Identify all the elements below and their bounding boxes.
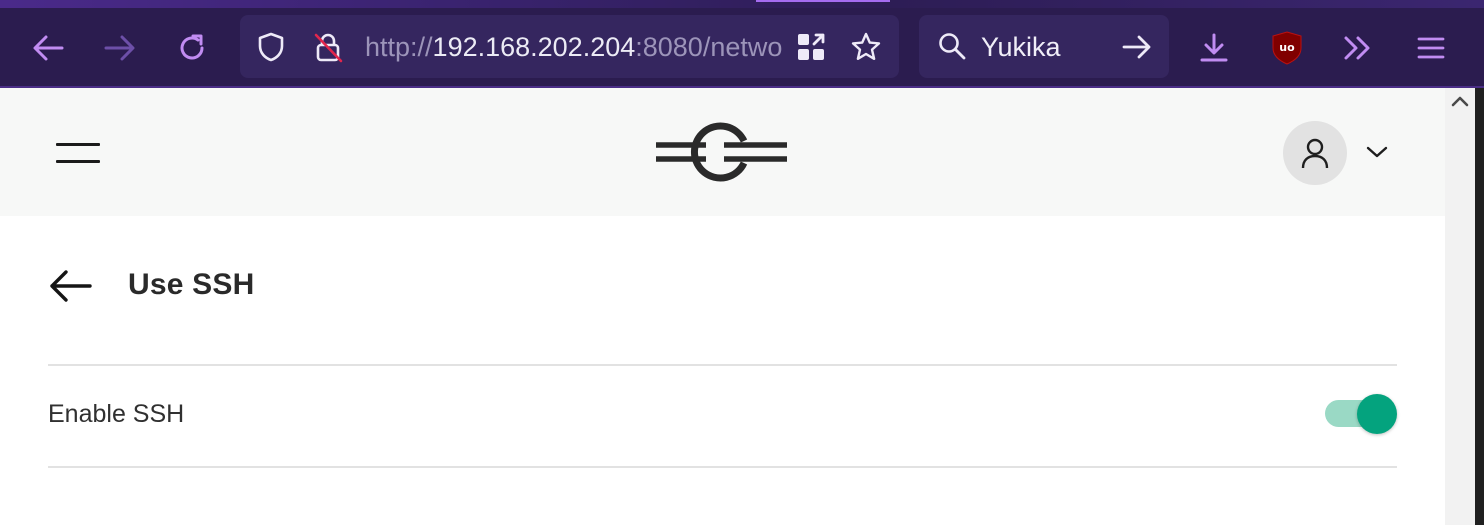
page-content: Use SSH Enable SSH xyxy=(0,88,1445,525)
magnifier-icon xyxy=(937,31,969,63)
user-avatar-button[interactable] xyxy=(1283,121,1347,185)
enable-ssh-label: Enable SSH xyxy=(48,400,185,428)
svg-text:uo: uo xyxy=(1279,41,1295,54)
active-tab-indicator xyxy=(756,0,890,2)
page-title: Use SSH xyxy=(128,268,255,301)
page-back-button[interactable] xyxy=(46,266,94,306)
downloads-button[interactable] xyxy=(1192,26,1236,70)
nav-menu-button[interactable] xyxy=(56,141,100,165)
account-dropdown-toggle[interactable] xyxy=(1365,144,1389,160)
search-go-button[interactable] xyxy=(1121,31,1153,63)
toggle-thumb xyxy=(1357,394,1397,434)
app-menu-button[interactable] xyxy=(1409,26,1453,70)
divider xyxy=(48,466,1397,468)
forward-button[interactable] xyxy=(98,26,142,70)
ublock-origin-button[interactable]: uo xyxy=(1271,31,1303,65)
chevron-up-icon xyxy=(1451,96,1469,107)
reload-button[interactable] xyxy=(170,26,214,70)
hamburger-line xyxy=(56,160,100,163)
enable-ssh-toggle[interactable] xyxy=(1325,394,1397,434)
hamburger-line xyxy=(56,143,100,146)
user-avatar-icon xyxy=(1301,138,1329,169)
reload-icon xyxy=(180,34,204,60)
arrow-right-icon xyxy=(1122,35,1151,59)
vertical-scrollbar[interactable] xyxy=(1445,88,1475,525)
qr-code-icon[interactable] xyxy=(795,31,827,63)
download-icon xyxy=(1200,33,1228,62)
arrow-left-icon xyxy=(50,270,92,302)
overflow-button[interactable] xyxy=(1336,26,1380,70)
window-edge xyxy=(1475,88,1484,525)
ublock-origin-icon: uo xyxy=(1272,31,1302,65)
url-text[interactable]: http://192.168.202.204:8080/netwo xyxy=(365,31,785,63)
address-bar[interactable]: http://192.168.202.204:8080/netwo xyxy=(240,15,899,78)
url-host: 192.168.202.204 xyxy=(432,32,636,62)
double-chevron-icon xyxy=(1344,36,1370,60)
scroll-up-button[interactable] xyxy=(1451,94,1469,108)
url-scheme: http:// xyxy=(365,32,433,62)
insecure-lock-icon[interactable] xyxy=(312,31,344,63)
star-icon[interactable] xyxy=(850,31,882,63)
url-path: :8080/netwo xyxy=(635,32,783,62)
chevron-down-icon xyxy=(1366,146,1388,158)
browser-toolbar: http://192.168.202.204:8080/netwo Yukika xyxy=(0,0,1484,88)
gateway-logo[interactable] xyxy=(656,122,787,182)
back-button[interactable] xyxy=(26,26,70,70)
shield-icon[interactable] xyxy=(255,31,287,63)
divider xyxy=(48,364,1397,366)
search-query[interactable]: Yukika xyxy=(981,31,1061,63)
arrow-right-icon xyxy=(104,35,135,61)
hamburger-menu-icon xyxy=(1417,37,1445,59)
arrow-left-icon xyxy=(33,35,64,61)
app-header xyxy=(0,88,1445,216)
search-bar[interactable]: Yukika xyxy=(919,15,1169,78)
tab-strip xyxy=(0,0,1484,8)
